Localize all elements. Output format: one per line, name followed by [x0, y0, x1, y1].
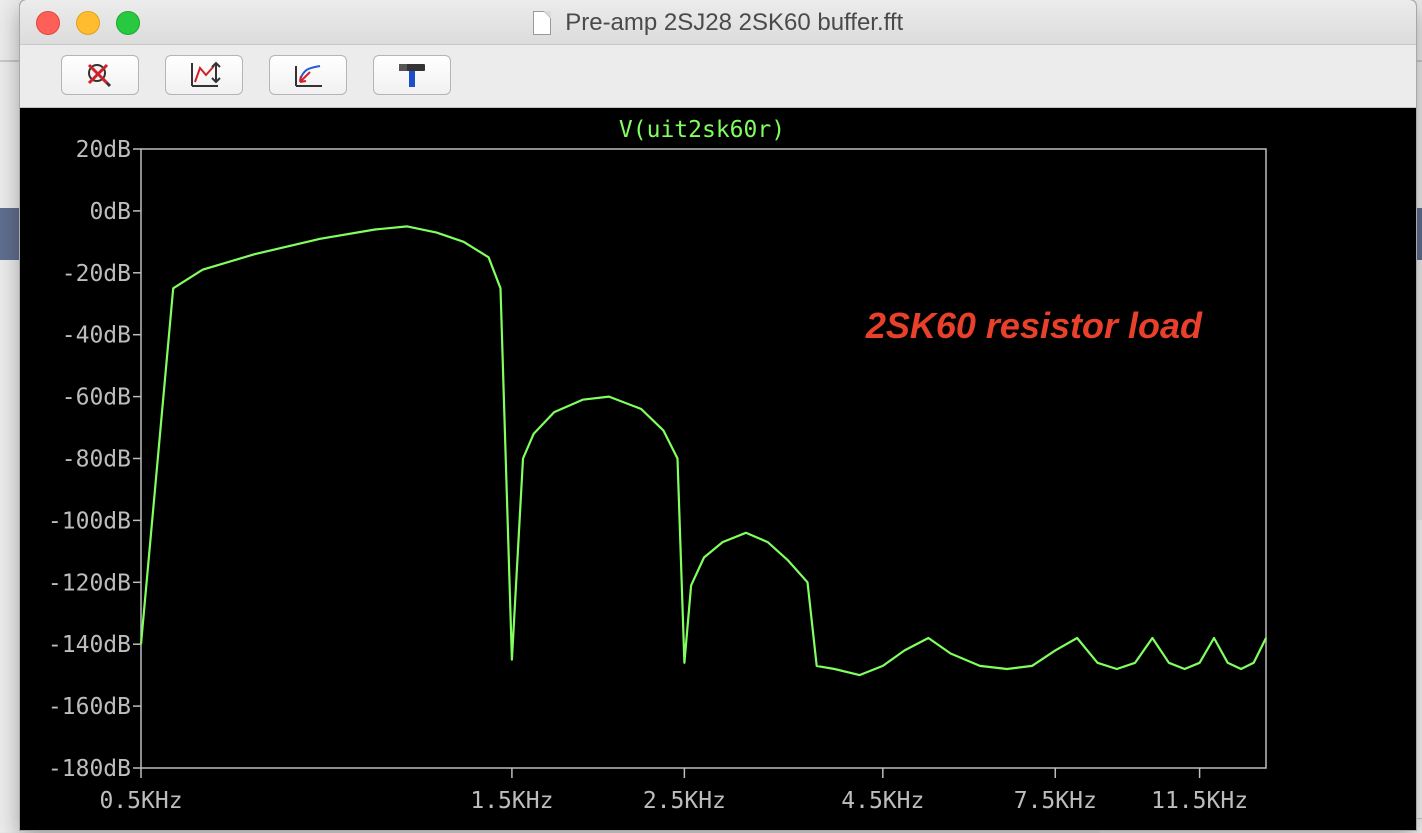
fft-window: Pre-amp 2SJ28 2SK60 buffer.fft V(uit2sk6…: [20, 0, 1416, 830]
toolbar: [20, 45, 1416, 108]
x-tick-label: 1.5KHz: [470, 788, 553, 814]
y-tick-label: 0dB: [89, 199, 131, 225]
window-title-text: Pre-amp 2SJ28 2SK60 buffer.fft: [565, 9, 904, 36]
plot-area[interactable]: V(uit2sk60r) 2SK60 resistor load 20dB 0dB…: [20, 108, 1416, 830]
y-tick-label: -40dB: [62, 323, 131, 349]
settings-button[interactable]: [373, 55, 451, 95]
y-tick-label: -60dB: [62, 385, 131, 411]
autorange-button[interactable]: [165, 55, 243, 95]
plot-traces-icon: [295, 65, 322, 87]
hammer-icon: [399, 64, 425, 87]
y-tick-label: -120dB: [48, 570, 131, 596]
y-tick-label: -100dB: [48, 508, 131, 534]
x-axis: 0.5KHz 1.5KHz 2.5KHz 4.5KHz 7.5KHz 11.5KHz: [99, 768, 1248, 814]
chart-title: V(uit2sk60r): [619, 117, 785, 143]
trace-layer: [139, 225, 1267, 677]
fft-chart[interactable]: V(uit2sk60r) 2SK60 resistor load 20dB 0dB…: [20, 108, 1416, 830]
chart-annotation: 2SK60 resistor load: [865, 305, 1203, 346]
y-tick-label: -80dB: [62, 447, 131, 473]
document-icon: [532, 11, 551, 35]
x-tick-label: 11.5KHz: [1151, 788, 1248, 814]
pick-traces-button[interactable]: [269, 55, 347, 95]
y-tick-label: -20dB: [62, 261, 131, 287]
x-tick-label: 2.5KHz: [643, 788, 726, 814]
x-tick-label: 0.5KHz: [99, 788, 182, 814]
y-axis: 20dB 0dB -20dB -40dB -60dB -80dB -100dB -120dB -…: [48, 137, 141, 782]
series-line: [139, 225, 1267, 677]
zoom-cancel-button[interactable]: [61, 55, 139, 95]
x-tick-label: 7.5KHz: [1014, 788, 1097, 814]
y-tick-label: 20dB: [76, 137, 131, 163]
y-tick-label: -160dB: [48, 694, 131, 720]
title-bar[interactable]: Pre-amp 2SJ28 2SK60 buffer.fft: [20, 0, 1416, 45]
zoom-cancel-icon: [87, 63, 112, 88]
autorange-icon: [191, 61, 221, 87]
y-tick-label: -180dB: [48, 756, 131, 782]
y-tick-label: -140dB: [48, 632, 131, 658]
x-tick-label: 4.5KHz: [841, 788, 924, 814]
window-title: Pre-amp 2SJ28 2SK60 buffer.fft: [20, 9, 1416, 37]
